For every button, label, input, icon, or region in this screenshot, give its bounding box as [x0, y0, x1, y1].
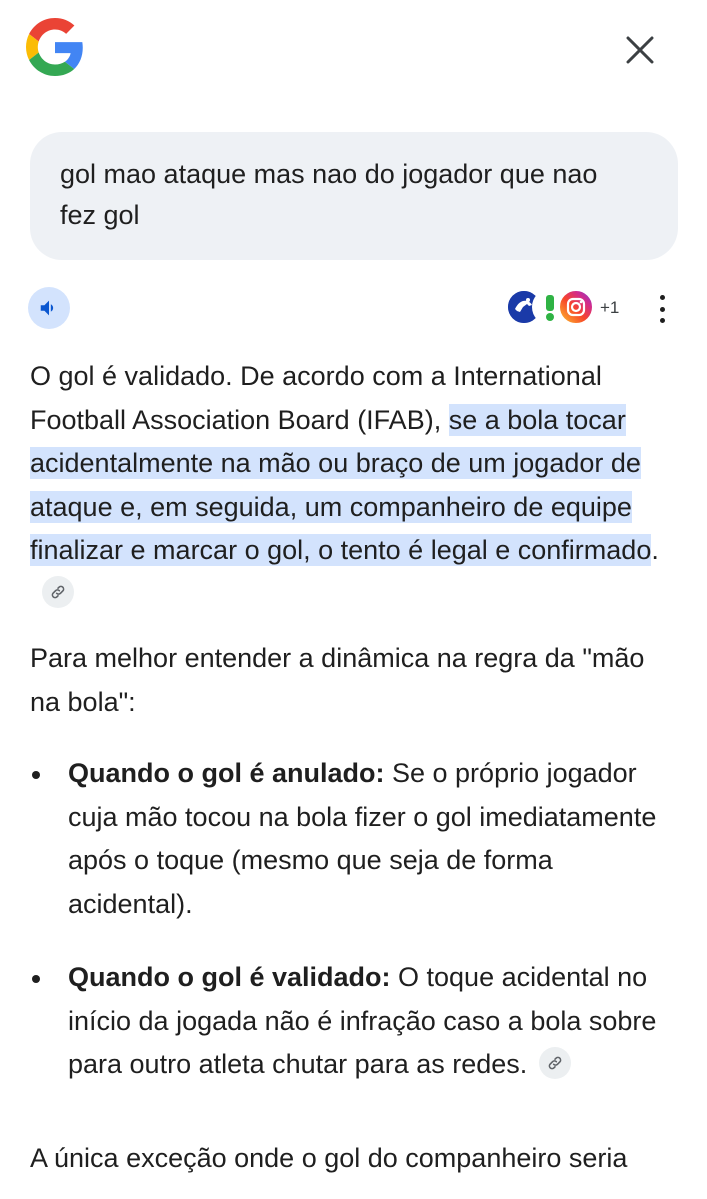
google-logo [26, 18, 84, 76]
answer-paragraph-2: Para melhor entender a dinâmica na regra… [30, 643, 645, 717]
instagram-icon [558, 289, 594, 325]
link-icon [548, 1056, 562, 1070]
bullet-dot [32, 771, 40, 779]
answer-paragraph-3: A única exceção onde o gol do companheir… [30, 1143, 628, 1173]
citation-link-button[interactable] [42, 576, 74, 609]
user-query-text: gol mao ataque mas nao do jogador que na… [60, 159, 598, 230]
more-options-button[interactable] [652, 292, 672, 326]
answer-paragraph-1: O gol é validado. De acordo com a Intern… [30, 355, 680, 616]
close-button[interactable] [612, 22, 668, 78]
more-sources-count: +1 [600, 298, 620, 317]
bullet-title: Quando o gol é anulado: [68, 758, 385, 788]
more-vert-icon [659, 295, 665, 300]
citation-link-button[interactable] [539, 1046, 572, 1079]
user-query-bubble: gol mao ataque mas nao do jogador que na… [30, 132, 678, 260]
close-icon [626, 36, 654, 64]
speaker-icon [40, 300, 54, 316]
bullet-dot [32, 975, 40, 983]
list-item: Quando o gol é anulado: Se o próprio jog… [30, 752, 680, 926]
answer-bullet-list: Quando o gol é anulado: Se o próprio jog… [30, 752, 680, 1117]
list-item: Quando o gol é validado: O toque acident… [30, 956, 680, 1087]
bullet-title: Quando o gol é validado: [68, 962, 391, 992]
link-icon [51, 586, 65, 599]
read-aloud-button[interactable] [28, 287, 70, 329]
